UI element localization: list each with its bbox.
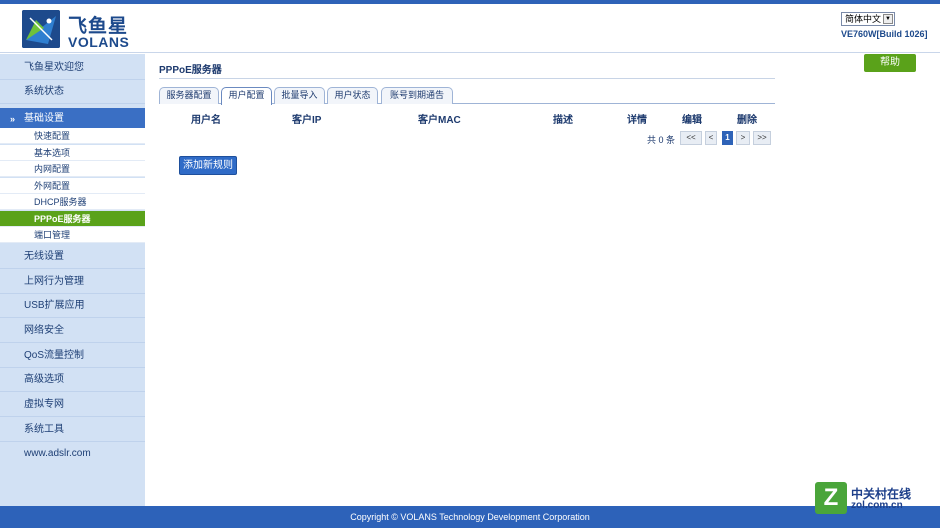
sidebar-subitem-basic-options[interactable]: 基本选项 (0, 145, 145, 161)
sidebar-subitem-pppoe-server[interactable]: PPPoE服务器 (0, 211, 145, 227)
sidebar-group-basic-settings[interactable]: » 基础设置 (0, 108, 145, 130)
column-header-delete: 删除 (737, 115, 757, 126)
sidebar-item-wireless[interactable]: 无线设置 (0, 245, 145, 269)
sidebar-item-system-status[interactable]: 系统状态 (0, 80, 145, 104)
zol-logo-icon: Z (815, 482, 847, 514)
logo-mark-icon (22, 10, 60, 48)
tab-server-config[interactable]: 服务器配置 (159, 87, 219, 104)
pager-prev-button[interactable]: < (705, 131, 717, 145)
watermark-text-en: zol.com.cn (851, 500, 903, 511)
column-header-client-mac: 客户MAC (418, 115, 461, 126)
tab-user-config[interactable]: 用户配置 (221, 87, 272, 105)
header: 飞鱼星 VOLANS 简体中文 ▼ VE760W[Build 1026] (0, 4, 940, 53)
sidebar-subitem-lan-config[interactable]: 内网配置 (0, 161, 145, 177)
pager-next-button[interactable]: > (736, 131, 750, 145)
page-title: PPPoE服务器 (159, 65, 222, 76)
main-content: PPPoE服务器 帮助 服务器配置 用户配置 批量导入 用户状态 账号到期通告 … (145, 54, 940, 506)
sidebar-item-website-link[interactable]: www.adslr.com (0, 442, 145, 466)
tab-batch-import[interactable]: 批量导入 (274, 87, 325, 104)
firmware-version: VE760W[Build 1026] (841, 29, 928, 39)
sidebar-subitem-dhcp-server[interactable]: DHCP服务器 (0, 194, 145, 210)
column-header-username: 用户名 (191, 115, 221, 126)
zol-watermark: Z 中关村在线 zol.com.cn (815, 482, 930, 514)
column-header-edit: 编辑 (682, 115, 702, 126)
sidebar-item-vpn[interactable]: 虚拟专网 (0, 393, 145, 417)
copyright-text: Copyright © VOLANS Technology Developmen… (350, 512, 590, 522)
language-select[interactable]: 简体中文 ▼ (841, 12, 895, 26)
tab-account-expiry-notice[interactable]: 账号到期通告 (381, 87, 453, 104)
logo-text-en: VOLANS (68, 34, 130, 50)
volans-logo[interactable]: 飞鱼星 VOLANS (22, 10, 134, 50)
sidebar-subitem-port-management[interactable]: 端口管理 (0, 227, 145, 243)
column-header-client-ip: 客户IP (292, 115, 322, 126)
footer: Copyright © VOLANS Technology Developmen… (0, 506, 940, 528)
sidebar-subitem-wan-config[interactable]: 外网配置 (0, 178, 145, 194)
dropdown-arrow-icon[interactable]: ▼ (883, 14, 893, 24)
sidebar-item-qos[interactable]: QoS流量控制 (0, 344, 145, 368)
sidebar-group-label: 基础设置 (24, 113, 64, 124)
pager-last-button[interactable]: >> (753, 131, 771, 145)
tab-user-status[interactable]: 用户状态 (327, 87, 378, 104)
column-header-description: 描述 (553, 115, 573, 126)
tab-bar: 服务器配置 用户配置 批量导入 用户状态 账号到期通告 (159, 87, 775, 105)
sidebar-subitem-quick-config[interactable]: 快速配置 (0, 128, 145, 144)
add-new-rule-button[interactable]: 添加新规则 (179, 156, 237, 175)
sidebar-item-behavior-management[interactable]: 上网行为管理 (0, 270, 145, 294)
pager-current-page[interactable]: 1 (722, 131, 733, 145)
double-chevron-down-icon: » (10, 114, 16, 124)
sidebar: 飞鱼星欢迎您 系统状态 » 基础设置 快速配置 基本选项 内网配置 外网配置 D… (0, 54, 145, 506)
sidebar-item-advanced[interactable]: 高级选项 (0, 368, 145, 392)
pager-total-count: 共 0 条 (647, 135, 676, 145)
sidebar-item-welcome[interactable]: 飞鱼星欢迎您 (0, 56, 145, 80)
help-button[interactable]: 帮助 (864, 54, 916, 72)
sidebar-item-network-security[interactable]: 网络安全 (0, 319, 145, 343)
pager-first-button[interactable]: << (680, 131, 702, 145)
sidebar-item-system-tools[interactable]: 系统工具 (0, 418, 145, 442)
language-value: 简体中文 (845, 14, 882, 24)
sidebar-item-usb-apps[interactable]: USB扩展应用 (0, 294, 145, 318)
title-divider (159, 78, 775, 79)
column-header-details: 详情 (627, 115, 647, 126)
